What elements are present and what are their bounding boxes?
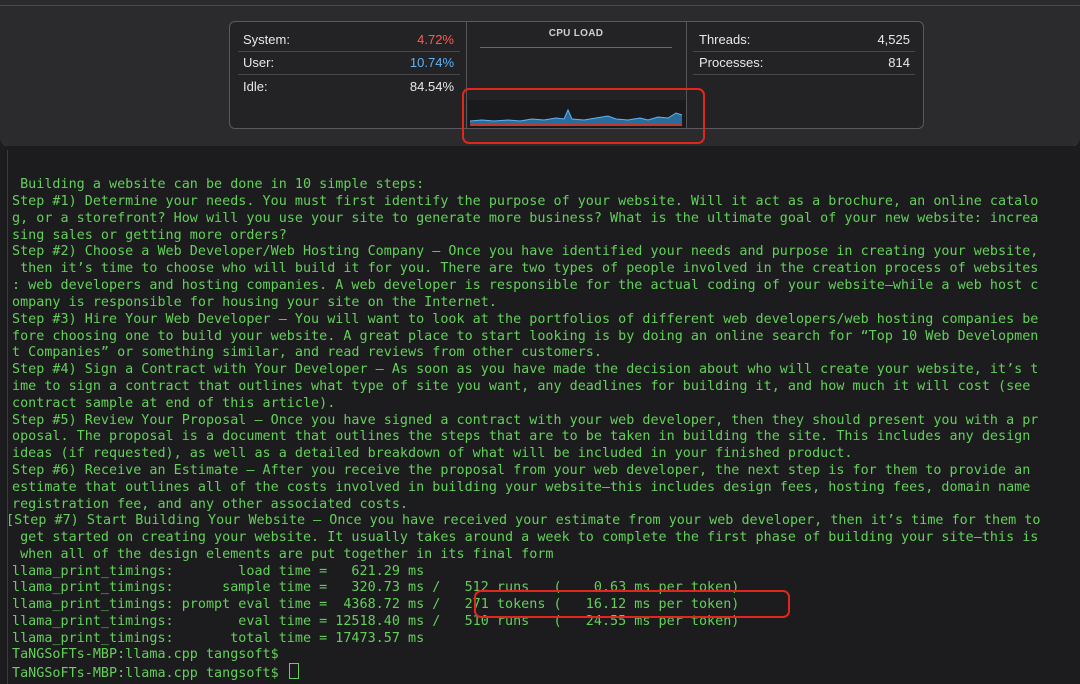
threads-value: 4,525 bbox=[877, 31, 910, 47]
stat-separator bbox=[693, 74, 915, 75]
terminal-line: Step #4) Sign a Contract with Your Devel… bbox=[12, 362, 1039, 377]
terminal-line: then it’s time to choose who will build … bbox=[12, 261, 1039, 276]
threads-stat-row: Threads: 4,525 bbox=[699, 28, 910, 50]
terminal-line: get started on creating your website. It… bbox=[12, 530, 1039, 545]
idle-stat-row: Idle: 84.54% bbox=[243, 75, 454, 97]
terminal-line: [Step #7) Start Building Your Website – … bbox=[6, 513, 1041, 528]
tokens-highlight-box bbox=[474, 590, 790, 618]
terminal-line: fore choosing one to build your website.… bbox=[12, 329, 1039, 344]
timing-load-line: llama_print_timings: load time = 621.29 … bbox=[12, 564, 425, 579]
terminal-line: ompany is responsible for housing your s… bbox=[12, 295, 497, 310]
system-stat-row: System: 4.72% bbox=[243, 28, 454, 50]
terminal-line: t Companies” or something similar, and r… bbox=[12, 345, 602, 360]
cpu-graph-highlight-box bbox=[462, 88, 705, 144]
terminal-line: when all of the design elements are put … bbox=[12, 547, 554, 562]
cpu-load-title-rule bbox=[480, 47, 672, 48]
shell-prompt-active[interactable]: TaNGSoFTs-MBP:llama.cpp tangsoft$ bbox=[12, 663, 299, 681]
idle-value: 84.54% bbox=[409, 78, 454, 94]
system-value: 4.72% bbox=[417, 31, 454, 47]
terminal-line: Step #1) Determine your needs. You must … bbox=[12, 194, 1039, 209]
terminal-line: Step #6) Receive an Estimate – After you… bbox=[12, 463, 1031, 478]
terminal-line: g, or a storefront? How will you use you… bbox=[12, 211, 1039, 226]
shell-prompt: TaNGSoFTs-MBP:llama.cpp tangsoft$ bbox=[12, 647, 279, 662]
terminal-left-edge bbox=[7, 150, 8, 684]
threads-label: Threads: bbox=[699, 31, 751, 47]
processes-label: Processes: bbox=[699, 54, 764, 70]
window-top-divider bbox=[0, 5, 1080, 6]
terminal-line: Step #5) Review Your Proposal – Once you… bbox=[12, 413, 1039, 428]
terminal-line: ime to sign a contract that outlines wha… bbox=[12, 379, 1031, 394]
user-label: User: bbox=[243, 54, 275, 70]
shell-prompt-text: TaNGSoFTs-MBP:llama.cpp tangsoft$ bbox=[12, 666, 279, 681]
terminal-line: Building a website can be done in 10 sim… bbox=[12, 177, 425, 192]
terminal-line: sing sales or getting more orders? bbox=[12, 228, 287, 243]
terminal-line: estimate that outlines all of the costs … bbox=[12, 480, 1031, 495]
idle-label: Idle: bbox=[243, 78, 268, 94]
system-label: System: bbox=[243, 31, 290, 47]
text-cursor bbox=[288, 663, 299, 679]
terminal-line: oposal. The proposal is a document that … bbox=[12, 429, 1031, 444]
user-stat-row: User: 10.74% bbox=[243, 51, 454, 73]
processes-stat-row: Processes: 814 bbox=[699, 51, 910, 73]
timing-total-line: llama_print_timings: total time = 17473.… bbox=[12, 631, 425, 646]
terminal-line: registration fee, and any other associat… bbox=[12, 497, 409, 512]
processes-value: 814 bbox=[888, 54, 910, 70]
terminal-line: Step #3) Hire Your Web Developer – You w… bbox=[12, 312, 1039, 327]
terminal-line: ideas (if requested), as well as a detai… bbox=[12, 446, 853, 461]
terminal-line: contract sample at end of this article). bbox=[12, 396, 336, 411]
cpu-load-title: CPU LOAD bbox=[548, 28, 604, 39]
terminal-line: Step #2) Choose a Web Developer/Web Host… bbox=[12, 244, 1039, 259]
terminal-line: : web developers and hosting companies. … bbox=[12, 278, 1039, 293]
user-value: 10.74% bbox=[409, 54, 454, 70]
